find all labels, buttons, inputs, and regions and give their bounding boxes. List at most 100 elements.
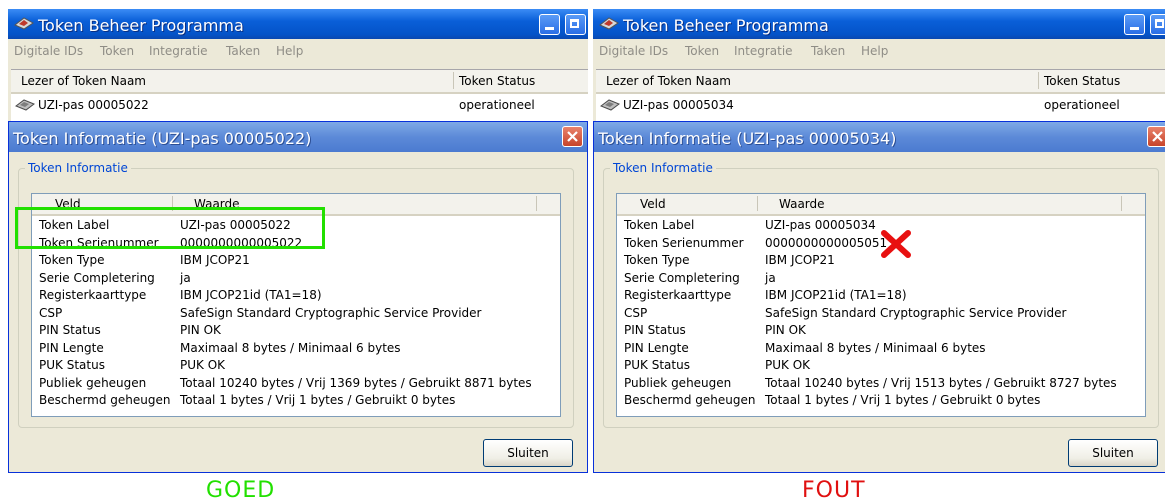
info-row[interactable]: Token Type IBM JCOP21 bbox=[32, 252, 560, 270]
field-name: Registerkaarttype bbox=[39, 288, 147, 302]
menu-token[interactable]: Token bbox=[685, 44, 719, 58]
dialog-titlebar[interactable]: Token Informatie (UZI-pas 00005034) bbox=[594, 122, 1165, 152]
info-row[interactable]: Registerkaarttype IBM JCOP21id (TA1=18) bbox=[32, 287, 560, 305]
info-row[interactable]: Publiek geheugen Totaal 10240 bytes / Vri… bbox=[617, 375, 1145, 393]
close-icon bbox=[1152, 131, 1163, 142]
field-name: PIN Status bbox=[39, 323, 101, 337]
info-row[interactable]: PIN Lengte Maximaal 8 bytes / Minimaal 6 … bbox=[32, 340, 560, 358]
menu-taken[interactable]: Taken bbox=[811, 44, 845, 58]
app-title: Token Beheer Programma bbox=[38, 16, 244, 35]
field-name: Token Label bbox=[624, 218, 695, 232]
field-value: Maximaal 8 bytes / Minimaal 6 bytes bbox=[765, 340, 986, 355]
sluiten-button[interactable]: Sluiten bbox=[1068, 439, 1158, 467]
group-label: Token Informatie bbox=[25, 161, 131, 175]
main-window-titlebar[interactable]: Token Beheer Programma bbox=[593, 9, 1165, 39]
field-value: PUK OK bbox=[180, 358, 226, 372]
field-value: 0000000000005051 bbox=[765, 235, 888, 250]
close-icon bbox=[567, 131, 578, 142]
column-header-status[interactable]: Token Status bbox=[1044, 74, 1120, 88]
token-list-row[interactable]: UZI-pas 00005022 operationeel bbox=[11, 96, 588, 114]
field-name: Token Type bbox=[624, 253, 690, 267]
info-list-header: Veld Waarde bbox=[617, 194, 1145, 216]
maximize-button[interactable] bbox=[1150, 14, 1165, 35]
info-row[interactable]: Serie Completering ja bbox=[32, 270, 560, 288]
token-info-group: Token Informatie Veld Waarde Token Label… bbox=[603, 161, 1159, 428]
info-row[interactable]: CSP SafeSign Standard Cryptographic Servi… bbox=[32, 305, 560, 323]
menu-integratie[interactable]: Integratie bbox=[734, 44, 793, 58]
field-name: PIN Lengte bbox=[624, 340, 689, 355]
close-button[interactable] bbox=[1147, 126, 1165, 147]
field-name: Publiek geheugen bbox=[39, 375, 147, 390]
menu-taken[interactable]: Taken bbox=[226, 44, 260, 58]
field-value: UZI-pas 00005034 bbox=[765, 218, 876, 232]
menu-help[interactable]: Help bbox=[861, 44, 888, 58]
menu-bar: Digitale IDs Token Integratie Taken Help bbox=[593, 39, 1165, 63]
field-name: Serie Completering bbox=[39, 270, 155, 285]
info-row[interactable]: CSP SafeSign Standard Cryptographic Servi… bbox=[617, 305, 1145, 323]
field-value: Totaal 10240 bytes / Vrij 1369 bytes / G… bbox=[180, 375, 532, 390]
menu-bar: Digitale IDs Token Integratie Taken Help bbox=[8, 39, 588, 63]
field-value: PIN OK bbox=[765, 323, 806, 337]
token-list-header: Lezer of Token Naam Token Status bbox=[11, 70, 588, 94]
info-row[interactable]: PUK Status PUK OK bbox=[32, 357, 560, 375]
token-list-row[interactable]: UZI-pas 00005034 operationeel bbox=[596, 96, 1165, 114]
card-reader-icon bbox=[15, 99, 35, 111]
main-window-titlebar[interactable]: Token Beheer Programma bbox=[8, 9, 588, 39]
column-header-status[interactable]: Token Status bbox=[459, 74, 535, 88]
field-value: SafeSign Standard Cryptographic Service … bbox=[765, 305, 1067, 320]
field-name: Registerkaarttype bbox=[624, 288, 732, 302]
token-name: UZI-pas 00005034 bbox=[623, 98, 734, 112]
maximize-icon bbox=[1155, 19, 1164, 28]
field-name: Token Type bbox=[39, 253, 105, 267]
info-row[interactable]: Beschermd geheugen Totaal 1 bytes / Vrij … bbox=[32, 392, 560, 410]
column-header-field[interactable]: Veld bbox=[640, 197, 666, 211]
info-row[interactable]: PIN Status PIN OK bbox=[32, 322, 560, 340]
right-screenshot: Token Beheer Programma Digitale IDs Toke… bbox=[593, 9, 1165, 473]
minimize-button[interactable] bbox=[1124, 14, 1145, 35]
token-list-header: Lezer of Token Naam Token Status bbox=[596, 70, 1165, 94]
field-value: PIN OK bbox=[180, 323, 221, 337]
dialog-titlebar[interactable]: Token Informatie (UZI-pas 00005022) bbox=[9, 122, 587, 152]
dialog-title: Token Informatie (UZI-pas 00005022) bbox=[13, 129, 312, 148]
field-name: PUK Status bbox=[39, 358, 105, 372]
error-x-icon bbox=[881, 229, 911, 258]
group-label: Token Informatie bbox=[610, 161, 716, 175]
menu-integratie[interactable]: Integratie bbox=[149, 44, 208, 58]
field-name: CSP bbox=[39, 305, 63, 320]
token-status: operationeel bbox=[459, 98, 535, 112]
menu-digitale-ids[interactable]: Digitale IDs bbox=[599, 44, 668, 58]
info-row[interactable]: PIN Lengte Maximaal 8 bytes / Minimaal 6 … bbox=[617, 340, 1145, 358]
sluiten-button[interactable]: Sluiten bbox=[483, 439, 573, 467]
column-header-name[interactable]: Lezer of Token Naam bbox=[21, 74, 146, 88]
field-value: Maximaal 8 bytes / Minimaal 6 bytes bbox=[180, 340, 401, 355]
caption-goed: GOED bbox=[206, 478, 276, 503]
maximize-button[interactable] bbox=[565, 14, 586, 35]
info-row[interactable]: Publiek geheugen Totaal 10240 bytes / Vri… bbox=[32, 375, 560, 393]
minimize-icon bbox=[545, 27, 554, 30]
field-name: PIN Lengte bbox=[39, 340, 104, 355]
minimize-icon bbox=[1130, 27, 1139, 30]
info-row[interactable]: Beschermd geheugen Totaal 1 bytes / Vrij … bbox=[617, 392, 1145, 410]
field-value: ja bbox=[180, 270, 191, 285]
info-row[interactable]: PUK Status PUK OK bbox=[617, 357, 1145, 375]
field-value: SafeSign Standard Cryptographic Service … bbox=[180, 305, 482, 320]
info-row[interactable]: PIN Status PIN OK bbox=[617, 322, 1145, 340]
token-app-icon bbox=[599, 17, 619, 30]
maximize-icon bbox=[570, 19, 579, 28]
close-button[interactable] bbox=[562, 126, 583, 147]
info-row[interactable]: Registerkaarttype IBM JCOP21id (TA1=18) bbox=[617, 287, 1145, 305]
field-value: PUK OK bbox=[765, 358, 811, 372]
column-header-value[interactable]: Waarde bbox=[779, 197, 825, 211]
field-name: Beschermd geheugen bbox=[624, 393, 756, 407]
info-row[interactable]: Serie Completering ja bbox=[617, 270, 1145, 288]
left-screenshot: Token Beheer Programma Digitale IDs Toke… bbox=[8, 9, 588, 473]
menu-digitale-ids[interactable]: Digitale IDs bbox=[14, 44, 83, 58]
token-info-dialog: Token Informatie (UZI-pas 00005034) Toke… bbox=[593, 121, 1165, 473]
dialog-title: Token Informatie (UZI-pas 00005034) bbox=[598, 129, 897, 148]
minimize-button[interactable] bbox=[539, 14, 560, 35]
field-name: PUK Status bbox=[624, 358, 690, 372]
field-name: Token Serienummer bbox=[624, 235, 744, 250]
column-header-name[interactable]: Lezer of Token Naam bbox=[606, 74, 731, 88]
menu-token[interactable]: Token bbox=[100, 44, 134, 58]
menu-help[interactable]: Help bbox=[276, 44, 303, 58]
